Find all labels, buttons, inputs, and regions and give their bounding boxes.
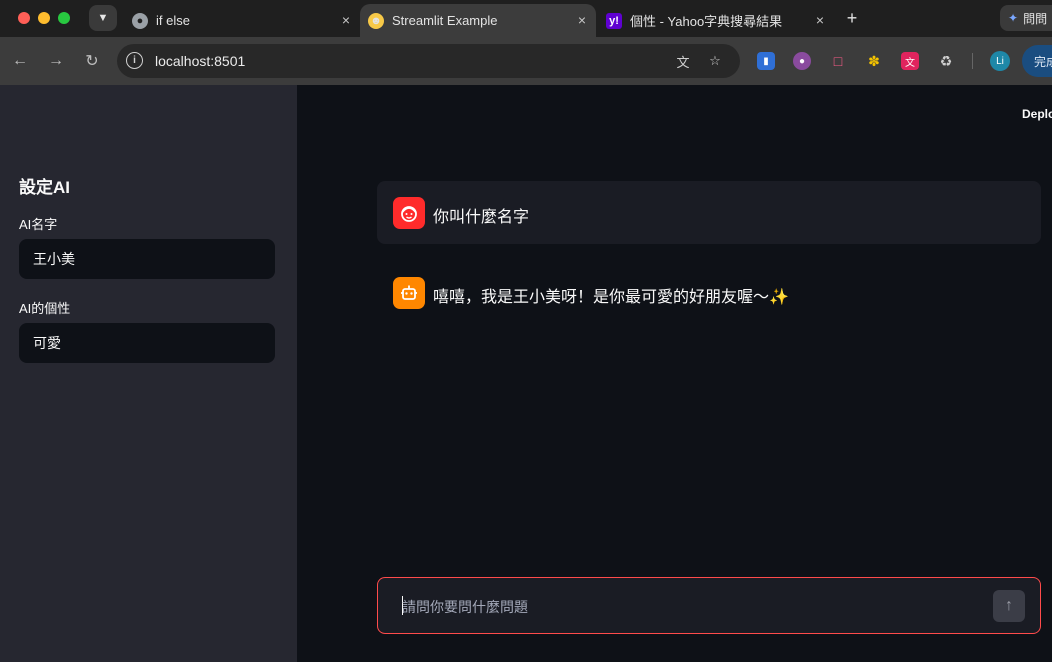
sparkle-icon: ✦ bbox=[1008, 11, 1019, 25]
chat-message-user: 你叫什麼名字 bbox=[377, 181, 1041, 244]
browser-tab-bar: ▼ ● if else × ☻ Streamlit Example × y! 個… bbox=[0, 0, 1052, 37]
reload-icon[interactable]: ↻ bbox=[82, 51, 102, 71]
ai-name-input[interactable]: 王小美 bbox=[19, 239, 275, 279]
gemini-button[interactable]: ✦ 問問 bbox=[1000, 5, 1052, 31]
toolbar-divider bbox=[972, 53, 973, 69]
ai-personality-label: AI的個性 bbox=[19, 301, 71, 316]
tab-title: Streamlit Example bbox=[392, 13, 498, 28]
close-window-button[interactable] bbox=[18, 12, 30, 24]
close-tab-icon[interactable]: × bbox=[816, 12, 824, 28]
tab-streamlit-example[interactable]: ☻ Streamlit Example × bbox=[360, 4, 596, 37]
close-tab-icon[interactable]: × bbox=[578, 12, 586, 28]
chat-message-text: 嘻嘻，我是王小美呀！是你最可愛的好朋友喔～✨ bbox=[433, 289, 789, 306]
extension-circle-icon[interactable]: ● bbox=[793, 52, 811, 70]
browser-toolbar: ← → ↻ i localhost:8501 文 ☆ ▮ ● □ ✽ 文 ♻ L… bbox=[0, 37, 1052, 85]
extensions-puzzle-icon[interactable]: ♻ bbox=[937, 52, 955, 70]
chat-message-text: 你叫什麼名字 bbox=[433, 209, 530, 226]
deploy-button[interactable]: Deploy bbox=[1022, 107, 1052, 121]
minimize-window-button[interactable] bbox=[38, 12, 50, 24]
tab-if-else[interactable]: ● if else × bbox=[124, 4, 360, 37]
ai-name-label: AI名字 bbox=[19, 217, 58, 232]
address-bar[interactable]: i localhost:8501 文 ☆ bbox=[117, 44, 740, 78]
back-arrow-icon[interactable]: ← bbox=[10, 51, 30, 71]
tab-title: 個性 - Yahoo字典搜尋結果 bbox=[630, 14, 783, 29]
new-tab-button[interactable]: + bbox=[842, 6, 862, 30]
main-area: Deploy 你叫什麼名字 嘻嘻，我是王小美呀！是你最可愛的好朋友喔 bbox=[297, 85, 1052, 662]
maximize-window-button[interactable] bbox=[58, 12, 70, 24]
finish-button[interactable]: 完成 bbox=[1022, 45, 1052, 77]
translate-icon[interactable]: 文 bbox=[674, 52, 692, 70]
arrow-up-icon: ↑ bbox=[1005, 597, 1013, 614]
globe-icon: ● bbox=[132, 12, 148, 29]
chat-message-assistant: 嘻嘻，我是王小美呀！是你最可愛的好朋友喔～✨ bbox=[377, 261, 1041, 324]
bookmark-star-icon[interactable]: ☆ bbox=[706, 52, 724, 70]
extension-cat-icon[interactable]: ✽ bbox=[865, 52, 883, 70]
sidebar-title: 設定AI bbox=[19, 178, 70, 197]
site-info-icon[interactable]: i bbox=[126, 52, 143, 69]
chevron-down-icon: ▼ bbox=[97, 12, 109, 24]
yahoo-icon: y! bbox=[606, 12, 622, 29]
extension-docs-icon[interactable]: ▮ bbox=[757, 52, 775, 70]
extension-tv-icon[interactable]: □ bbox=[829, 52, 847, 70]
chat-input-placeholder: 請問你要問什麼問題 bbox=[402, 599, 528, 615]
chat-input[interactable]: 請問你要問什麼問題 ↑ bbox=[377, 577, 1041, 634]
sidebar: 設定AI AI名字 王小美 AI的個性 可愛 bbox=[0, 85, 297, 662]
gemini-label: 問問 bbox=[1023, 11, 1048, 26]
grinning-emoji-icon: ☻ bbox=[368, 12, 384, 29]
send-button[interactable]: ↑ bbox=[993, 590, 1025, 622]
robot-icon bbox=[393, 277, 425, 309]
tab-search-button[interactable]: ▼ bbox=[89, 5, 117, 31]
address-url: localhost:8501 bbox=[155, 53, 246, 69]
ai-personality-input[interactable]: 可愛 bbox=[19, 323, 275, 363]
forward-arrow-icon[interactable]: → bbox=[46, 51, 66, 71]
extension-translate-icon[interactable]: 文 bbox=[901, 52, 919, 70]
tab-title: if else bbox=[156, 13, 190, 28]
tab-yahoo-dictionary[interactable]: y! 個性 - Yahoo字典搜尋結果 × bbox=[598, 4, 834, 37]
user-face-icon bbox=[393, 197, 425, 229]
close-tab-icon[interactable]: × bbox=[342, 12, 350, 28]
profile-avatar[interactable]: Li bbox=[990, 51, 1010, 71]
